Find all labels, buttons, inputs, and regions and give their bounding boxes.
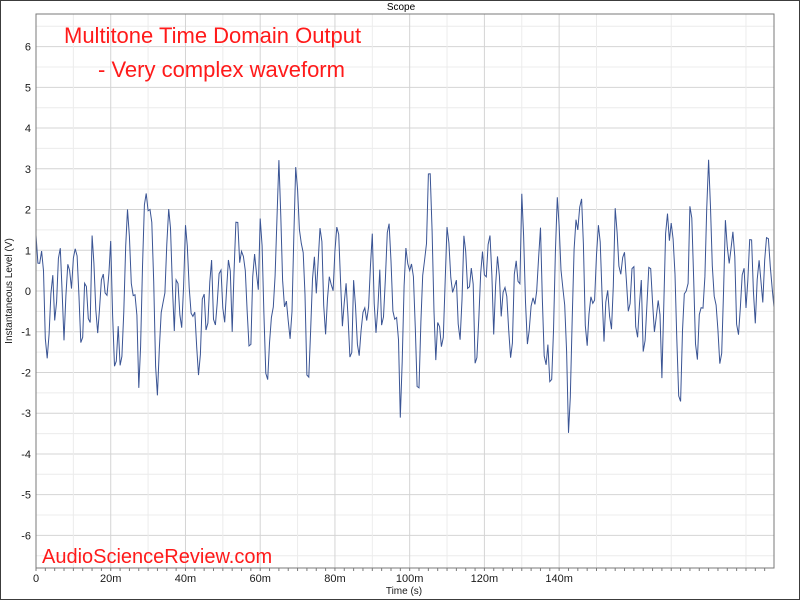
x-tick-label: 40m (175, 573, 196, 585)
y-axis-label: Instantaneous Level (V) (4, 238, 15, 344)
y-tick-label: -6 (21, 530, 31, 542)
x-axis-label: Time (s) (386, 586, 422, 597)
x-tick-label: 140m (545, 573, 573, 585)
y-tick-label: 6 (25, 42, 31, 54)
y-tick-label: -5 (21, 490, 31, 502)
y-tick-label: 0 (25, 286, 31, 298)
x-tick-label: 120m (471, 573, 499, 585)
y-tick-label: -4 (21, 449, 31, 461)
x-axis-ticks: 0 20m 40m 60m 80m 100m 120m 140m (33, 568, 766, 585)
annotation-subtitle: - Very complex waveform (98, 57, 345, 82)
annotation-watermark: AudioScienceReview.com (42, 546, 272, 568)
y-tick-label: 2 (25, 205, 31, 217)
y-tick-label: 3 (25, 164, 31, 176)
x-tick-label: 0 (33, 573, 39, 585)
y-tick-label: -2 (21, 367, 31, 379)
y-tick-label: -1 (21, 327, 31, 339)
y-tick-label: -3 (21, 408, 31, 420)
annotation-title: Multitone Time Domain Output (64, 23, 361, 48)
y-axis-ticks: 6 5 4 3 2 1 0 -1 -2 -3 -4 -5 -6 (21, 42, 31, 543)
y-tick-label: 5 (25, 82, 31, 94)
x-tick-label: 80m (324, 573, 345, 585)
y-tick-label: 1 (25, 245, 31, 257)
x-tick-label: 100m (396, 573, 424, 585)
y-tick-label: 4 (25, 123, 31, 135)
x-tick-label: 60m (249, 573, 270, 585)
x-tick-label: 20m (100, 573, 121, 585)
scope-chart: 6 5 4 3 2 1 0 -1 -2 -3 -4 -5 -6 0 20m 40m 60m 80m 100m 120… (4, 13, 775, 597)
